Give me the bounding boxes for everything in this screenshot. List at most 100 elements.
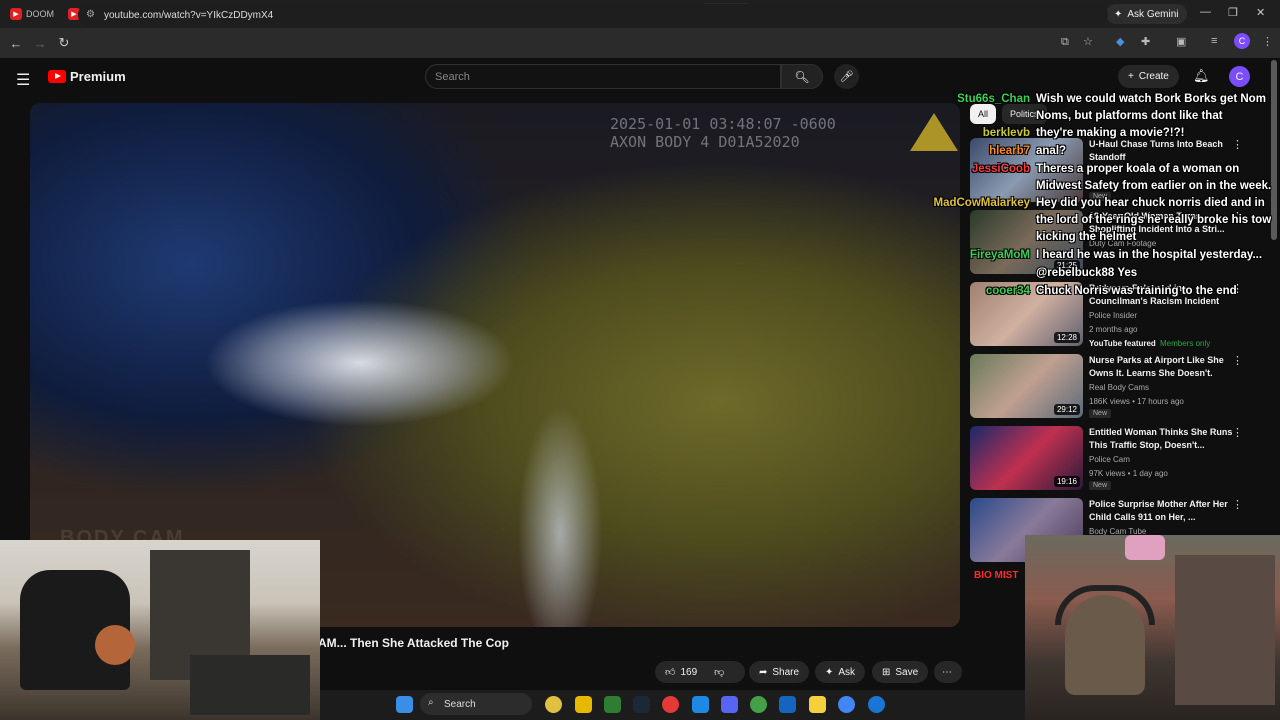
edge-icon[interactable] [868,696,885,713]
back-icon[interactable]: ← [4,36,28,51]
reload-icon[interactable]: ↻ [52,35,76,51]
chrome-profile-icon[interactable] [838,696,855,713]
search-button[interactable]: 🔍︎ [781,64,823,89]
file-explorer-icon[interactable] [575,696,592,713]
chat-text: I heard he was in the hospital yesterday… [1036,249,1263,261]
chat-message: Stu66s_Chan Wish we could watch Bork Bor… [957,91,1266,125]
chat-username: Stu66s_Chan [957,93,1030,105]
save-icon: ⊞ [882,666,891,678]
like-count[interactable]: 169 [680,667,697,678]
taskbar-search[interactable]: ⌕ Search [420,693,532,715]
search-input[interactable]: Search [425,64,781,89]
sparkle-icon: ✦ [825,666,834,678]
bookmark-star-icon[interactable]: ☆ [1083,35,1093,48]
more-icon: ⋯ [942,666,952,678]
tab-label: DOOM [26,9,54,19]
share-button[interactable]: ➦ Share [749,661,810,683]
channel-name[interactable]: Police Insider [1089,311,1137,320]
more-options-icon[interactable]: ⋮ [1232,498,1243,511]
steam-icon[interactable] [633,696,650,713]
recommendation-item[interactable]: 29:12 Nurse Parks at Airport Like She Ow… [970,354,1270,424]
chat-text: Chuck Norris was training to the end [1036,285,1237,297]
widget-icon[interactable] [545,696,562,713]
extensions-icon[interactable]: ✚ [1141,35,1150,48]
search-icon: 🔍︎ [794,69,810,84]
streaming-app-icon[interactable] [779,696,796,713]
ask-gemini-button[interactable]: ✦ Ask Gemini [1106,4,1187,24]
bodycam-timestamp: 2025-01-01 03:48:07 -0600 AXON BODY 4 D0… [610,115,836,151]
dislike-icon[interactable]: 👎︎ [714,666,724,678]
close-window-icon[interactable]: ✕ [1256,6,1265,19]
maximize-icon[interactable]: ❐ [1228,6,1238,19]
ask-button[interactable]: ✦ Ask [815,661,866,683]
vpn-icon[interactable] [692,696,709,713]
minimize-icon[interactable]: — [1200,6,1211,18]
recommendation-item[interactable]: 19:16 Entitled Woman Thinks She Runs Thi… [970,426,1270,496]
recommendation-title[interactable]: Nurse Parks at Airport Like She Owns It.… [1089,354,1239,380]
share-icon: ➦ [759,666,768,678]
media-control-icon[interactable]: ≡ [1211,35,1217,47]
chat-text: Wish we could watch Bork Borks get Nom N… [1036,93,1266,122]
youtube-logo[interactable]: Premium [48,69,126,84]
more-options-icon[interactable]: ⋮ [1232,426,1243,439]
browser-profile-avatar[interactable]: C [1234,33,1250,49]
chat-text: Hey did you hear chuck norris died and i… [1036,197,1272,243]
browser-tab[interactable]: ▶ DOOM [4,3,62,25]
chat-username: berklevb [982,127,1030,139]
extension-shield-icon[interactable]: ◆ [1116,35,1124,48]
more-options-icon[interactable]: ⋮ [1232,354,1243,367]
voice-search-button[interactable]: 🎤︎ [834,64,859,89]
duration-badge: 12:28 [1053,332,1080,343]
chat-username: MadCowMalarkey [933,197,1030,209]
video-thumbnail[interactable]: 19:16 [970,426,1083,490]
ask-gemini-label: Ask Gemini [1127,8,1179,20]
recommendation-title[interactable]: Police Surprise Mother After Her Child C… [1089,498,1239,524]
microphone-icon: 🎤︎ [839,71,854,83]
video-title: AM... Then She Attacked The Cop [318,636,509,650]
chat-message: @rebelbuck88 Yes [1036,265,1266,282]
share-label: Share [772,666,800,678]
chat-username: JessiCoob [971,163,1030,175]
chat-username: hlearb7 [989,145,1030,157]
axon-logo-icon [910,113,958,151]
channel-name[interactable]: Real Body Cams [1089,383,1149,392]
video-meta: 186K views • 17 hours ago [1089,397,1184,406]
recommendation-title[interactable]: Entitled Woman Thinks She Runs This Traf… [1089,426,1239,452]
browser-menu-icon[interactable]: ⋮ [1262,35,1273,48]
youtube-icon: ▶ [10,8,22,20]
chrome-icon[interactable] [662,696,679,713]
like-icon[interactable]: 👍︎ [665,666,675,678]
url-field[interactable]: ⚙ youtube.com/watch?v=YIkCzDDymX4 [78,4,1108,26]
search-placeholder: Search [435,70,470,83]
notifications-bell-icon[interactable]: 🔔︎ [1193,68,1210,84]
bodycam-device-line: AXON BODY 4 D01A52020 [610,133,800,151]
side-panel-icon[interactable]: ▣ [1176,35,1186,48]
site-info-icon[interactable]: ⚙ [86,9,98,21]
profile-initial: C [1238,36,1246,46]
more-actions-button[interactable]: ⋯ [934,661,962,683]
install-icon[interactable]: ⧉ [1061,36,1069,49]
notes-icon[interactable] [809,696,826,713]
chat-text: they're making a movie?!?! [1036,127,1185,139]
plush-toy [95,625,135,665]
windows-start-icon[interactable] [396,696,413,713]
video-thumbnail[interactable]: 29:12 [970,354,1083,418]
terminal-icon[interactable] [604,696,621,713]
menu-icon[interactable]: ☰ [16,70,30,90]
new-badge: New [1089,481,1112,490]
chat-message: cooer34 Chuck Norris was training to the… [986,283,1266,300]
spotify-icon[interactable] [750,696,767,713]
neon-sign [1125,535,1165,560]
channel-name[interactable]: Police Cam [1089,455,1130,464]
bio-mist-label: BIO MIST [974,570,1019,581]
create-button[interactable]: + Create [1118,65,1179,88]
discord-icon[interactable] [721,696,738,713]
account-avatar[interactable]: C [1229,66,1250,87]
chat-message: FireyaMoM I heard he was in the hospital… [970,247,1266,264]
gemini-icon: ✦ [1114,8,1123,20]
avatar-initial: C [1235,70,1244,83]
save-label: Save [895,666,919,678]
save-button[interactable]: ⊞ Save [872,661,929,683]
chat-username: cooer34 [985,285,1030,297]
forward-icon[interactable]: → [28,36,52,51]
